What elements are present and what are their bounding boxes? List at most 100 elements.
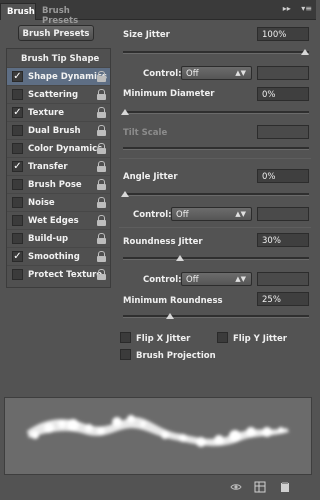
angle-jitter-label: Angle Jitter bbox=[123, 172, 178, 182]
lock-icon[interactable] bbox=[97, 125, 106, 136]
list-item-label: Smoothing bbox=[28, 252, 80, 262]
brush-tip-shape-item[interactable]: Brush Tip Shape bbox=[7, 49, 110, 67]
roundness-jitter-control-select[interactable]: Off ▲▼ bbox=[181, 272, 252, 286]
lock-icon[interactable] bbox=[97, 179, 106, 190]
lock-icon[interactable] bbox=[97, 143, 106, 154]
minimum-diameter-slider-thumb[interactable] bbox=[121, 109, 129, 115]
list-item-label: Scattering bbox=[28, 90, 79, 100]
select-value: Off bbox=[186, 69, 199, 79]
lock-icon[interactable] bbox=[97, 215, 106, 226]
list-item-label: Noise bbox=[28, 198, 55, 208]
size-jitter-control-select[interactable]: Off ▲▼ bbox=[181, 66, 252, 80]
flip-x-jitter-label: Flip X Jitter bbox=[136, 334, 191, 344]
list-item-label: Build-up bbox=[28, 234, 69, 244]
chevron-updown-icon: ▲▼ bbox=[235, 69, 246, 77]
angle-jitter-control-select[interactable]: Off ▲▼ bbox=[171, 207, 252, 221]
list-item-scattering[interactable]: Scattering bbox=[7, 85, 110, 103]
angle-jitter-slider-thumb[interactable] bbox=[121, 191, 129, 197]
minimum-diameter-slider[interactable] bbox=[123, 111, 309, 114]
checkbox[interactable] bbox=[12, 143, 23, 154]
bottom-toolbar bbox=[0, 476, 316, 500]
size-jitter-value[interactable]: 100% bbox=[257, 27, 309, 41]
tab-bar: Brush Brush Presets ▸▸ ▾≡ bbox=[0, 0, 316, 26]
flip-y-jitter-label: Flip Y Jitter bbox=[233, 334, 287, 344]
select-value: Off bbox=[176, 210, 189, 220]
checkbox[interactable]: ✓ bbox=[12, 71, 23, 82]
lock-icon[interactable] bbox=[97, 71, 106, 82]
tilt-scale-slider bbox=[123, 147, 309, 150]
minimum-roundness-value[interactable]: 25% bbox=[257, 292, 309, 306]
brush-stroke-preview bbox=[4, 397, 312, 475]
panel-menu-icon[interactable]: ▾≡ bbox=[301, 4, 312, 13]
list-item-build-up[interactable]: Build-up bbox=[7, 229, 110, 247]
angle-jitter-control-label: Control: bbox=[133, 210, 172, 220]
list-item-dual-brush[interactable]: Dual Brush bbox=[7, 121, 110, 139]
list-item-brush-pose[interactable]: Brush Pose bbox=[7, 175, 110, 193]
divider bbox=[119, 158, 311, 159]
brush-settings-list: Brush Tip Shape ✓ Shape Dynamics Scatter… bbox=[6, 48, 111, 288]
roundness-jitter-control-label: Control: bbox=[143, 275, 182, 285]
tab-brush-presets[interactable]: Brush Presets bbox=[36, 3, 106, 26]
lock-icon[interactable] bbox=[97, 251, 106, 262]
list-item-label: Color Dynamics bbox=[28, 144, 103, 154]
list-item-label: Transfer bbox=[28, 162, 68, 172]
lock-icon[interactable] bbox=[97, 161, 106, 172]
checkbox[interactable] bbox=[12, 179, 23, 190]
size-jitter-slider[interactable] bbox=[123, 51, 309, 54]
minimum-roundness-slider[interactable] bbox=[123, 315, 309, 318]
brush-projection-checkbox[interactable] bbox=[120, 349, 131, 360]
lock-icon[interactable] bbox=[97, 89, 106, 100]
size-jitter-label: Size Jitter bbox=[123, 30, 170, 40]
flip-x-jitter-checkbox[interactable] bbox=[120, 332, 131, 343]
list-item-color-dynamics[interactable]: Color Dynamics bbox=[7, 139, 110, 157]
roundness-jitter-value[interactable]: 30% bbox=[257, 233, 309, 247]
brush-presets-button[interactable]: Brush Presets bbox=[18, 25, 94, 41]
roundness-jitter-label: Roundness Jitter bbox=[123, 237, 203, 247]
list-item-noise[interactable]: Noise bbox=[7, 193, 110, 211]
select-value: Off bbox=[186, 275, 199, 285]
lock-icon[interactable] bbox=[97, 269, 106, 280]
brush-stroke-image bbox=[27, 415, 289, 447]
divider bbox=[119, 227, 311, 228]
minimum-diameter-label: Minimum Diameter bbox=[123, 89, 215, 99]
size-jitter-slider-thumb[interactable] bbox=[301, 49, 309, 55]
list-item-texture[interactable]: ✓ Texture bbox=[7, 103, 110, 121]
checkbox[interactable]: ✓ bbox=[12, 107, 23, 118]
checkbox[interactable] bbox=[12, 215, 23, 226]
checkbox[interactable] bbox=[12, 233, 23, 244]
checkbox[interactable]: ✓ bbox=[12, 161, 23, 172]
list-item-smoothing[interactable]: ✓ Smoothing bbox=[7, 247, 110, 265]
lock-icon[interactable] bbox=[97, 197, 106, 208]
minimum-roundness-label: Minimum Roundness bbox=[123, 296, 223, 306]
checkbox[interactable]: ✓ bbox=[12, 251, 23, 262]
angle-jitter-slider[interactable] bbox=[123, 193, 309, 196]
checkbox[interactable] bbox=[12, 89, 23, 100]
roundness-jitter-slider-thumb[interactable] bbox=[176, 255, 184, 261]
checkbox[interactable] bbox=[12, 269, 23, 280]
brush-projection-label: Brush Projection bbox=[136, 351, 216, 361]
list-item-protect-texture[interactable]: Protect Texture bbox=[7, 265, 110, 283]
minimum-diameter-value[interactable]: 0% bbox=[257, 87, 309, 101]
minimum-roundness-slider-thumb[interactable] bbox=[166, 313, 174, 319]
list-item-transfer[interactable]: ✓ Transfer bbox=[7, 157, 110, 175]
checkbox[interactable] bbox=[12, 197, 23, 208]
eye-brush-icon[interactable] bbox=[230, 481, 242, 493]
roundness-jitter-control-field bbox=[257, 272, 309, 286]
list-item-shape-dynamics[interactable]: ✓ Shape Dynamics bbox=[7, 67, 110, 85]
lock-icon[interactable] bbox=[97, 233, 106, 244]
angle-jitter-value[interactable]: 0% bbox=[257, 169, 309, 183]
list-item-wet-edges[interactable]: Wet Edges bbox=[7, 211, 110, 229]
chevron-updown-icon: ▲▼ bbox=[235, 210, 246, 218]
list-item-label: Shape Dynamics bbox=[28, 72, 107, 82]
roundness-jitter-slider[interactable] bbox=[123, 257, 309, 260]
size-jitter-control-field bbox=[257, 66, 309, 80]
flip-y-jitter-checkbox[interactable] bbox=[217, 332, 228, 343]
tilt-scale-label: Tilt Scale bbox=[123, 128, 168, 138]
grid-icon[interactable] bbox=[254, 481, 266, 493]
checkbox[interactable] bbox=[12, 125, 23, 136]
tab-brush[interactable]: Brush bbox=[0, 3, 36, 20]
size-jitter-control-label: Control: bbox=[143, 69, 182, 79]
collapse-icon[interactable]: ▸▸ bbox=[283, 4, 291, 13]
lock-icon[interactable] bbox=[97, 107, 106, 118]
new-preset-icon[interactable] bbox=[279, 481, 291, 493]
